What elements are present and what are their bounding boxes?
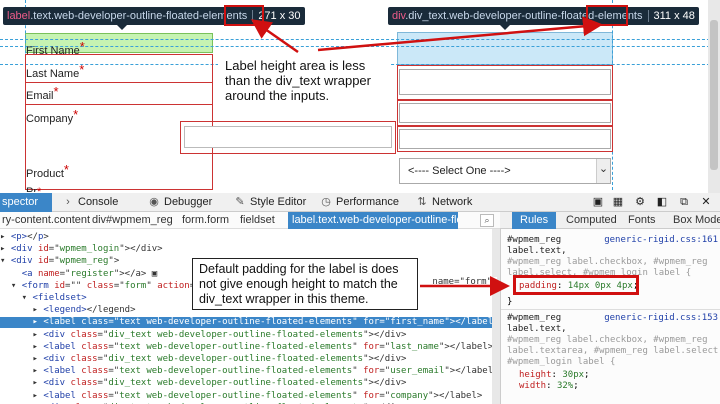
annotation-arrow-bottom: [420, 276, 510, 296]
